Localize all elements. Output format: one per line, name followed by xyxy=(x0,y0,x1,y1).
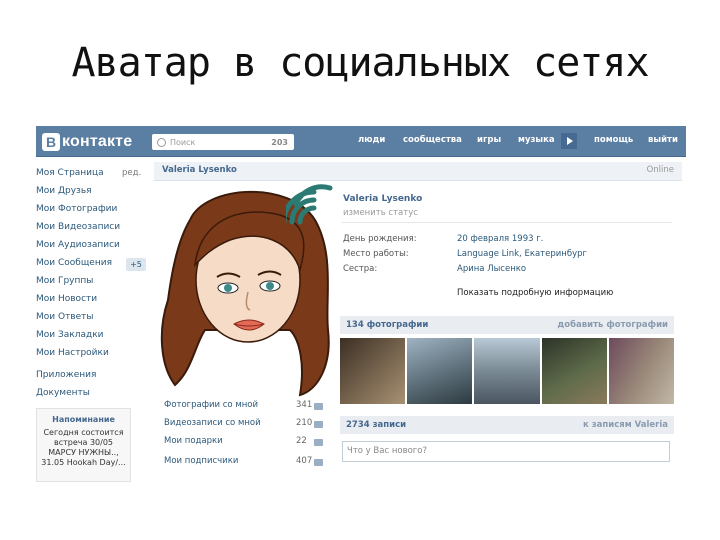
play-icon[interactable] xyxy=(561,133,577,149)
change-status-link[interactable]: изменить статус xyxy=(343,208,418,218)
search-input[interactable]: Поиск 203 xyxy=(152,134,294,150)
video-icon xyxy=(314,421,323,428)
reminder-title: Напоминание xyxy=(52,415,115,424)
nav-communities[interactable]: сообщества xyxy=(403,135,462,145)
stat-gifts[interactable]: Мои подарки xyxy=(164,436,223,446)
menu-my-page[interactable]: Моя Страница xyxy=(36,168,104,178)
signal-icon xyxy=(286,184,333,225)
info-value-sister[interactable]: Арина Лысенко xyxy=(457,264,526,274)
reminder-line: 31.05 Hookah Day/... xyxy=(41,458,126,467)
vk-logo-icon: B xyxy=(42,133,60,151)
menu-answers[interactable]: Мои Ответы xyxy=(36,312,94,322)
photo-icon xyxy=(314,403,323,410)
menu-edit-link[interactable]: ред. xyxy=(122,168,141,178)
messages-badge[interactable]: +5 xyxy=(126,258,146,271)
photos-count[interactable]: 134 фотографии xyxy=(346,320,428,330)
menu-videos[interactable]: Мои Видеозаписи xyxy=(36,222,120,232)
stat-photos-with-me[interactable]: Фотографии со мной xyxy=(164,400,258,410)
stat-photos-value: 341 xyxy=(296,400,313,410)
wall-posts-count[interactable]: 2734 записи xyxy=(346,420,406,430)
menu-audio[interactable]: Мои Аудиозаписи xyxy=(36,240,120,250)
nav-people[interactable]: люди xyxy=(358,135,385,145)
stat-gifts-value: 22 xyxy=(296,436,307,446)
menu-settings[interactable]: Мои Настройки xyxy=(36,348,109,358)
online-indicator: Online xyxy=(646,165,674,175)
search-placeholder: Поиск xyxy=(170,137,196,147)
stat-videos-with-me[interactable]: Видеозаписи со мной xyxy=(164,418,261,428)
divider xyxy=(342,222,672,223)
info-label-birthday: День рождения: xyxy=(343,234,417,244)
info-value-birthday[interactable]: 20 февраля 1993 г. xyxy=(457,234,543,244)
photo-thumbnail[interactable] xyxy=(608,338,675,404)
profile-header-bar: Valeria Lysenko Online xyxy=(154,162,682,181)
menu-apps[interactable]: Приложения xyxy=(36,370,96,380)
reminder-box: Напоминание Сегодня состоится встреча 30… xyxy=(36,408,131,482)
menu-photos[interactable]: Мои Фотографии xyxy=(36,204,117,214)
menu-docs[interactable]: Документы xyxy=(36,388,90,398)
info-label-sister: Сестра: xyxy=(343,264,378,274)
photo-strip xyxy=(340,338,675,404)
menu-messages[interactable]: Мои Сообщения xyxy=(36,258,112,268)
vk-logo-text: контакте xyxy=(62,133,133,150)
profile-name: Valeria Lysenko xyxy=(343,194,423,204)
top-bar: B контакте Поиск 203 люди сообщества игр… xyxy=(36,126,686,157)
photos-section-bar: 134 фотографии добавить фотографии xyxy=(340,316,674,334)
gift-icon xyxy=(314,439,323,446)
wall-post-input[interactable]: Что у Вас нового? xyxy=(342,441,670,462)
profile-bar-name: Valeria Lysenko xyxy=(162,165,237,175)
reminder-line: МАРСУ НУЖНЫ.., xyxy=(48,448,119,457)
search-icon xyxy=(157,137,166,147)
reminder-line: встреча 30/05 xyxy=(54,438,113,447)
reminder-line: Сегодня состоится xyxy=(43,428,124,437)
photo-thumbnail[interactable] xyxy=(474,338,540,404)
nav-logout[interactable]: выйти xyxy=(648,135,678,145)
nav-music[interactable]: музыка xyxy=(518,135,555,145)
show-more-info-link[interactable]: Показать подробную информацию xyxy=(457,288,613,298)
search-count: 203 xyxy=(271,137,288,147)
followers-icon xyxy=(314,459,323,466)
nav-games[interactable]: игры xyxy=(477,135,501,145)
menu-groups[interactable]: Мои Группы xyxy=(36,276,93,286)
vk-logo[interactable]: B контакте xyxy=(42,132,132,152)
photo-thumbnail[interactable] xyxy=(541,338,607,404)
photo-thumbnail[interactable] xyxy=(407,338,473,404)
to-wall-link[interactable]: к записям Valeria xyxy=(583,420,668,430)
slide-title: Аватар в социальных сетях xyxy=(71,40,649,86)
add-photos-link[interactable]: добавить фотографии xyxy=(557,320,668,330)
info-label-work: Место работы: xyxy=(343,249,409,259)
vk-screenshot: B контакте Поиск 203 люди сообщества игр… xyxy=(36,126,686,484)
nav-help[interactable]: помощь xyxy=(594,135,633,145)
wall-section-bar: 2734 записи к записям Valeria xyxy=(340,416,674,434)
info-value-work[interactable]: Language Link, Екатеринбург xyxy=(457,249,587,259)
menu-bookmarks[interactable]: Мои Закладки xyxy=(36,330,103,340)
menu-friends[interactable]: Мои Друзья xyxy=(36,186,92,196)
photo-thumbnail[interactable] xyxy=(340,338,406,404)
stat-videos-value: 210 xyxy=(296,418,313,428)
menu-news[interactable]: Мои Новости xyxy=(36,294,97,304)
stat-followers-value: 407 xyxy=(296,456,313,466)
stat-followers[interactable]: Мои подписчики xyxy=(164,456,238,466)
